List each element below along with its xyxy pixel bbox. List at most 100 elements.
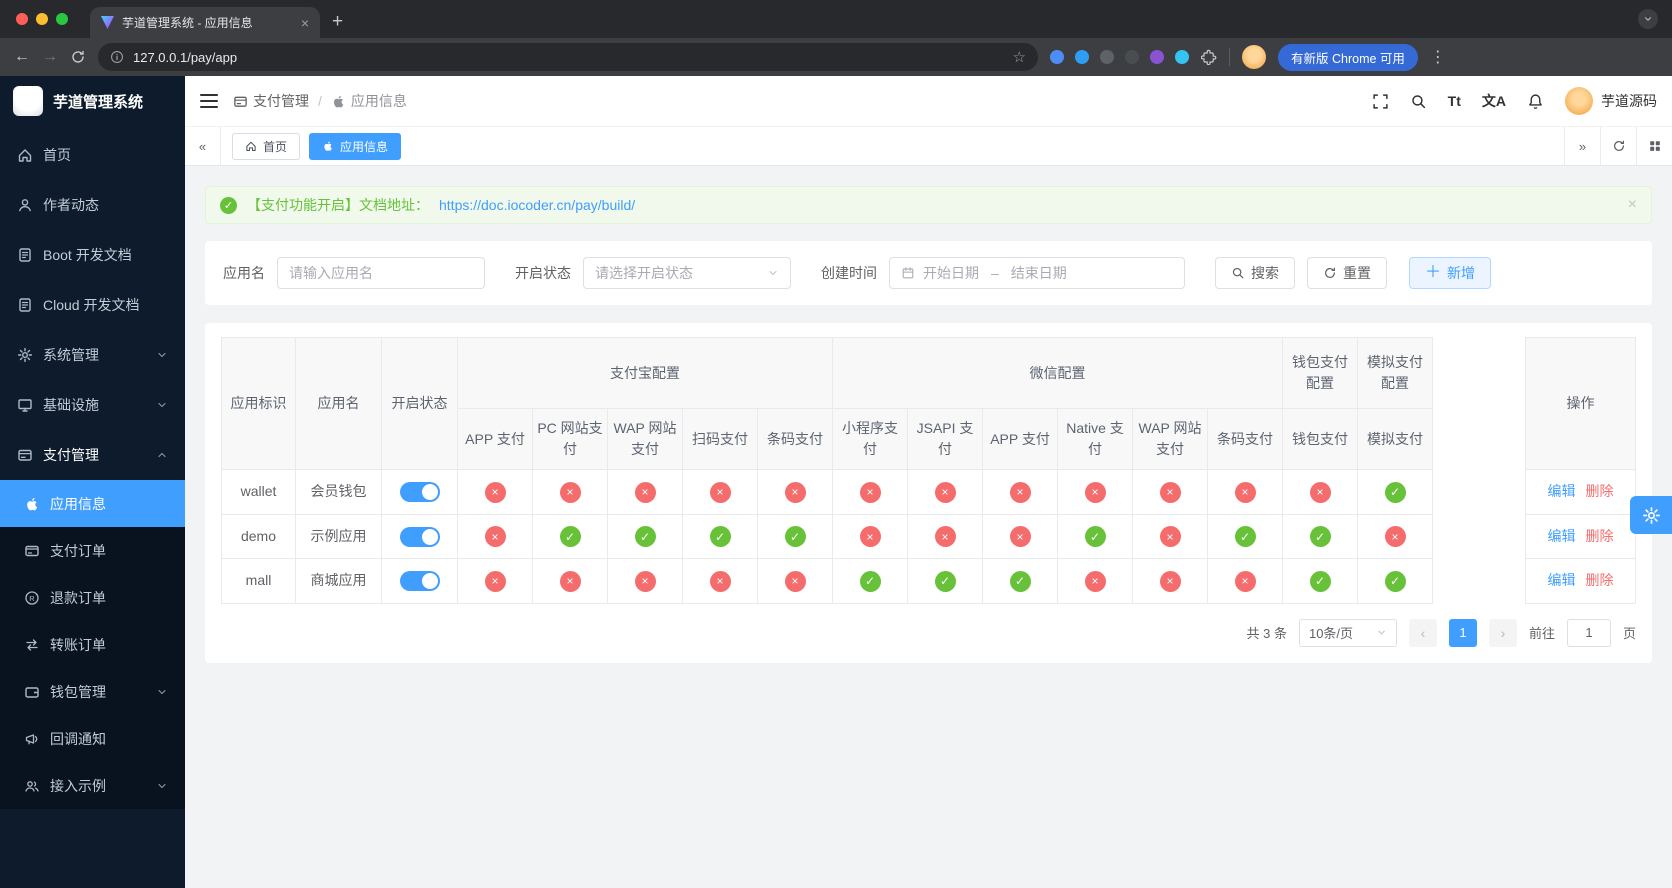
disabled-status-icon: × [559, 570, 581, 592]
actions-cell: 编辑 删除 [1525, 469, 1636, 515]
tag-app-info[interactable]: 应用信息 [309, 132, 402, 160]
tags-menu-button[interactable] [1636, 127, 1672, 165]
edit-link[interactable]: 编辑 [1548, 572, 1576, 588]
app-name-label: 应用名 [223, 265, 265, 281]
extension-icon-dark-ring[interactable] [1100, 50, 1114, 64]
extension-icon-cyan[interactable] [1175, 50, 1189, 64]
delete-link[interactable]: 删除 [1586, 528, 1614, 544]
bell-icon[interactable] [1527, 93, 1544, 110]
page-size-select[interactable]: 10条/页 [1298, 618, 1397, 647]
tab-close-icon[interactable]: × [301, 15, 309, 31]
browser-tabstrip: 芋道管理系统 - 应用信息 × + [0, 0, 1672, 38]
search-icon[interactable] [1410, 93, 1427, 110]
payment-status-cell: ✓ [682, 513, 758, 559]
sidebar-item-infra[interactable]: 基础设施 [0, 380, 185, 430]
browser-toolbar: ← → 127.0.0.1/pay/app ☆ 有新版 Chrome 可用 ⋮ [0, 38, 1672, 76]
sidebar-item-system[interactable]: 系统管理 [0, 330, 185, 380]
payment-status-cell: × [457, 558, 533, 604]
alert-close-icon[interactable]: × [1628, 197, 1637, 213]
search-button[interactable]: 搜索 [1215, 257, 1295, 289]
sidebar-item-pay[interactable]: 支付管理 [0, 430, 185, 480]
locale-icon[interactable]: 文A [1482, 91, 1506, 111]
browser-menu-icon[interactable]: ⋮ [1430, 47, 1446, 67]
tags-refresh-button[interactable] [1600, 127, 1636, 165]
chrome-update-chip[interactable]: 有新版 Chrome 可用 [1278, 43, 1418, 71]
breadcrumb-item-pay[interactable]: 支付管理 [233, 91, 309, 111]
delete-link[interactable]: 删除 [1586, 483, 1614, 499]
next-page-button[interactable]: › [1488, 618, 1517, 647]
url-bar[interactable]: 127.0.0.1/pay/app ☆ [98, 43, 1038, 71]
column-header: 应用名 [295, 337, 382, 470]
page-1-button[interactable]: 1 [1448, 618, 1477, 647]
tab-search-button[interactable] [1638, 9, 1658, 29]
enabled-status-icon: ✓ [559, 526, 581, 547]
enabled-toggle[interactable] [399, 482, 440, 503]
reset-button[interactable]: 重置 [1307, 257, 1387, 289]
date-range-picker[interactable]: 开始日期 – 结束日期 [889, 257, 1185, 289]
sidebar-item-cloud-docs[interactable]: Cloud 开发文档 [0, 280, 185, 330]
payment-status-cell: × [1207, 558, 1284, 604]
breadcrumb-item-app-info[interactable]: 应用信息 [331, 91, 407, 111]
sidebar-item-examples[interactable]: 接入示例 [0, 762, 185, 809]
goto-page-input[interactable] [1566, 618, 1611, 647]
user-menu[interactable]: 芋道源码 [1565, 87, 1657, 115]
sidebar-item-refund-order[interactable]: R 退款订单 [0, 574, 185, 621]
payment-status-cell: × [982, 469, 1059, 515]
reload-button[interactable] [70, 49, 86, 65]
toolbar-divider [1229, 48, 1230, 66]
window-close-button[interactable] [16, 13, 28, 25]
tag-home[interactable]: 首页 [232, 132, 301, 160]
settings-gear-button[interactable] [1630, 496, 1672, 534]
doc-link[interactable]: https://doc.iocoder.cn/pay/build/ [439, 197, 635, 213]
payment-status-cell: × [1057, 469, 1134, 515]
enabled-toggle[interactable] [399, 571, 440, 592]
prev-page-button[interactable]: ‹ [1408, 618, 1437, 647]
extension-icon-purple[interactable] [1150, 50, 1164, 64]
disabled-status-icon: × [1159, 570, 1181, 592]
column-header: 钱包支付 [1282, 408, 1359, 470]
sidebar-item-callback-notify[interactable]: 回调通知 [0, 715, 185, 762]
sidebar-item-home[interactable]: 首页 [0, 130, 185, 180]
extensions-puzzle-icon[interactable] [1201, 49, 1217, 65]
payment-status-cell: × [1132, 513, 1209, 559]
extension-icon-dark-circle[interactable] [1125, 50, 1139, 64]
fullscreen-icon[interactable] [1372, 93, 1389, 110]
column-header: JSAPI 支付 [907, 408, 984, 470]
sidebar-item-pay-order[interactable]: 支付订单 [0, 527, 185, 574]
new-tab-button[interactable]: + [332, 12, 343, 31]
status-select[interactable]: 请选择开启状态 [583, 257, 791, 289]
tag-list: 首页 应用信息 [221, 132, 412, 160]
extension-icon-grid[interactable] [1050, 50, 1064, 64]
forward-button[interactable]: → [42, 49, 58, 65]
payment-status-cell: ✓ [1282, 513, 1359, 559]
edit-link[interactable]: 编辑 [1548, 528, 1576, 544]
sidebar-item-wallet-mgmt[interactable]: 钱包管理 [0, 668, 185, 715]
payment-status-cell: ✓ [532, 513, 608, 559]
tags-scroll-right-button[interactable]: » [1564, 127, 1600, 165]
tags-scroll-left-button[interactable]: « [185, 127, 221, 165]
site-info-icon[interactable] [110, 50, 124, 64]
collapse-menu-icon[interactable] [200, 94, 218, 108]
sidebar-item-author-news[interactable]: 作者动态 [0, 180, 185, 230]
add-button[interactable]: ＋ 新增 [1409, 257, 1492, 289]
app-logo[interactable]: 芋道管理系统 [0, 76, 185, 126]
window-minimize-button[interactable] [36, 13, 48, 25]
payment-status-cell: × [907, 469, 984, 515]
delete-link[interactable]: 删除 [1586, 572, 1614, 588]
font-size-icon[interactable]: Tt [1448, 93, 1461, 109]
chevron-up-icon [156, 449, 168, 461]
browser-profile-avatar[interactable] [1242, 45, 1266, 69]
enabled-toggle[interactable] [399, 526, 440, 547]
window-zoom-button[interactable] [56, 13, 68, 25]
bookmark-star-icon[interactable]: ☆ [1013, 48, 1026, 66]
sidebar-item-boot-docs[interactable]: Boot 开发文档 [0, 230, 185, 280]
sidebar-item-app-info[interactable]: 应用信息 [0, 480, 185, 527]
svg-text:R: R [29, 593, 35, 602]
browser-tab[interactable]: 芋道管理系统 - 应用信息 × [90, 7, 320, 38]
payment-status-cell: ✓ [1057, 513, 1134, 559]
sidebar-item-transfer-order[interactable]: 转账订单 [0, 621, 185, 668]
app-name-input[interactable] [289, 265, 473, 281]
edit-link[interactable]: 编辑 [1548, 483, 1576, 499]
back-button[interactable]: ← [14, 49, 30, 65]
extension-icon-drop[interactable] [1075, 50, 1089, 64]
